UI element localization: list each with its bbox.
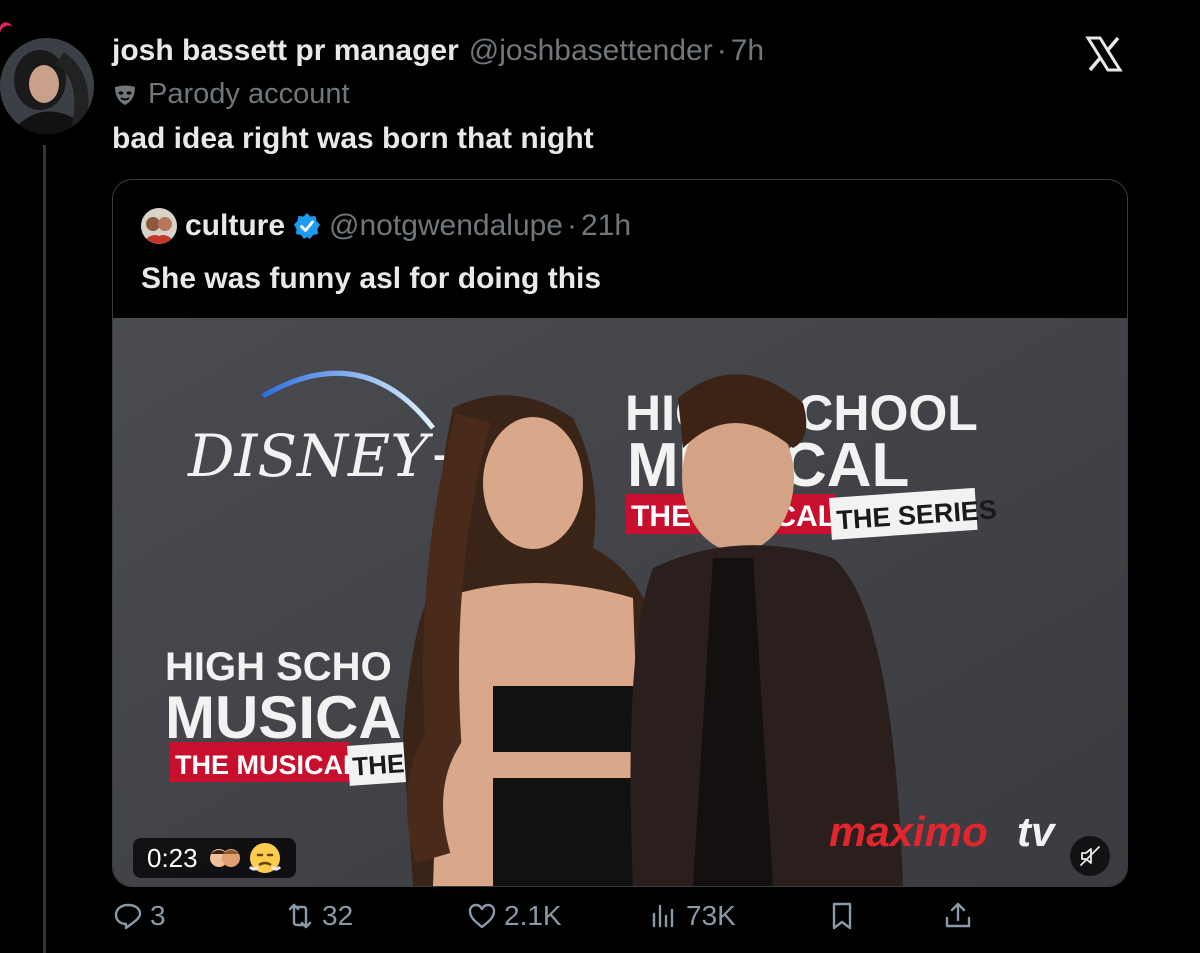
views-button[interactable]: 73K [648, 900, 736, 932]
tweet-text: bad idea right was born that night [112, 122, 594, 155]
share-icon [945, 902, 971, 928]
steaming-face-emoji-icon [248, 843, 281, 873]
hsm-left-subtitle: THE MUSICAL [175, 750, 360, 780]
tweet-header: josh bassett pr manager @joshbasettender… [112, 34, 764, 68]
author-avatar[interactable] [0, 38, 94, 134]
tweet-actions: 3 32 2.1K 73K [112, 900, 992, 944]
quote-text: She was funny asl for doing this [141, 262, 602, 295]
watermark-tv: tv [1017, 808, 1057, 855]
separator-dot: · [716, 34, 727, 67]
parody-text: Parody account [148, 78, 350, 110]
like-button[interactable]: 2.1K [466, 900, 562, 932]
hsm-left-line1: HIGH SCHO [165, 645, 392, 689]
hsm-left-line2: MUSICA [165, 684, 402, 751]
quote-author-name[interactable]: culture [185, 209, 285, 243]
video-duration: 0:23 [147, 842, 198, 873]
author-name[interactable]: josh bassett pr manager [112, 34, 459, 68]
video-duration-badge: 0:23 [133, 838, 296, 878]
x-logo-icon[interactable] [1084, 34, 1124, 74]
views-chart-icon [652, 904, 674, 928]
video-frame: DISNEY+ HIGH SCHOOL MUSICAL THE MUSICAL … [113, 318, 1127, 886]
repost-icon [288, 903, 312, 929]
share-button[interactable] [942, 900, 980, 932]
quote-avatar[interactable] [141, 208, 177, 244]
thread-line [43, 145, 46, 953]
view-count: 73K [686, 900, 736, 931]
bookmark-icon [832, 902, 852, 930]
parody-label: Parody account [112, 78, 350, 111]
bookmark-button[interactable] [826, 900, 864, 932]
like-count: 2.1K [504, 900, 562, 931]
reply-icon [114, 903, 142, 930]
tweet-time[interactable]: 7h [731, 34, 764, 68]
people-emoji-icon [209, 849, 240, 867]
muted-speaker-icon [1080, 846, 1100, 866]
quote-time[interactable]: 21h [581, 209, 631, 243]
quote-separator-dot: · [567, 209, 577, 242]
author-handle[interactable]: @joshbasettender [469, 34, 713, 68]
disney-plus-logo: DISNEY+ [187, 422, 477, 490]
repost-count: 32 [322, 900, 354, 931]
quoted-tweet[interactable]: culture @notgwendalupe · 21h She was fun… [112, 179, 1128, 887]
verified-badge-icon [294, 213, 321, 239]
reply-count: 3 [150, 900, 166, 931]
red-scribble-mark [0, 19, 18, 43]
video-player[interactable]: DISNEY+ HIGH SCHOOL MUSICAL THE MUSICAL … [113, 318, 1127, 886]
quote-author-handle[interactable]: @notgwendalupe [329, 209, 563, 243]
quote-header: culture @notgwendalupe · 21h [141, 208, 631, 244]
repost-button[interactable]: 32 [284, 900, 353, 932]
mute-button[interactable] [1070, 836, 1110, 876]
heart-icon [468, 903, 496, 929]
reply-button[interactable]: 3 [112, 900, 166, 932]
mask-icon [115, 85, 135, 105]
watermark-maximo: maximo [829, 808, 988, 855]
